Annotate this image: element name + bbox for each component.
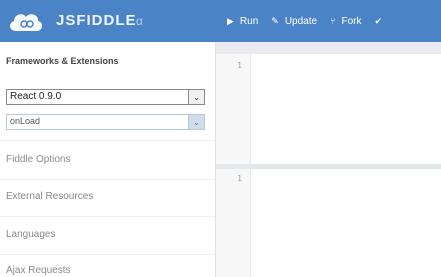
sidebar-divider bbox=[0, 254, 215, 255]
check-icon: ✔ bbox=[374, 15, 383, 26]
update-label: Update bbox=[284, 15, 318, 27]
sidebar-item-ajax-requests[interactable]: Ajax Requests bbox=[6, 265, 70, 276]
sidebar-item-fiddle-options[interactable]: Fiddle Options bbox=[6, 154, 70, 165]
jsfiddle-window: JSFIDDLE α ▶ Run ✎ Update ⑂ Fork ✔ Frame… bbox=[0, 0, 441, 277]
framework-select-value: React 0.9.0 bbox=[10, 91, 62, 102]
frameworks-extensions-title: Frameworks & Extensions bbox=[6, 56, 119, 66]
chevron-down-icon: ⌄ bbox=[188, 115, 204, 129]
line-number: 1 bbox=[237, 61, 242, 70]
cloud-logo-icon bbox=[10, 14, 43, 32]
editor-area: 1 1 bbox=[216, 42, 441, 277]
line-gutter: 1 bbox=[216, 169, 251, 277]
sidebar-divider bbox=[0, 216, 215, 217]
play-icon: ▶ bbox=[227, 15, 234, 26]
update-button[interactable]: ✎ Update bbox=[271, 16, 317, 27]
framework-select[interactable]: React 0.9.0 ⌄ bbox=[6, 89, 205, 105]
js-editor-pane[interactable]: 1 bbox=[216, 169, 441, 277]
load-type-select-value: onLoad bbox=[10, 116, 41, 126]
fork-icon: ⑂ bbox=[330, 16, 336, 26]
sidebar-item-external-resources[interactable]: External Resources bbox=[6, 191, 93, 202]
pencil-icon: ✎ bbox=[271, 15, 279, 26]
fork-button[interactable]: ⑂ Fork bbox=[330, 16, 361, 27]
run-button[interactable]: ▶ Run bbox=[227, 16, 258, 27]
sidebar-divider bbox=[0, 140, 215, 141]
fork-label: Fork bbox=[341, 15, 362, 27]
chevron-down-icon: ⌄ bbox=[188, 90, 204, 104]
html-editor-pane[interactable]: 1 bbox=[216, 54, 441, 164]
load-type-select[interactable]: onLoad ⌄ bbox=[6, 114, 205, 130]
top-menu: ▶ Run ✎ Update ⑂ Fork ✔ bbox=[215, 0, 441, 42]
line-number: 1 bbox=[237, 174, 242, 183]
run-label: Run bbox=[239, 15, 259, 27]
sidebar-item-languages[interactable]: Languages bbox=[6, 229, 56, 240]
line-gutter: 1 bbox=[216, 54, 251, 164]
top-bar: JSFIDDLE α ▶ Run ✎ Update ⑂ Fork ✔ bbox=[0, 0, 441, 42]
sidebar-divider bbox=[0, 179, 215, 180]
brand-version-mark: α bbox=[136, 14, 143, 28]
brand-name: JSFIDDLE bbox=[56, 12, 137, 29]
tidyup-button[interactable]: ✔ bbox=[374, 16, 388, 27]
brand[interactable]: JSFIDDLE α bbox=[0, 0, 215, 42]
